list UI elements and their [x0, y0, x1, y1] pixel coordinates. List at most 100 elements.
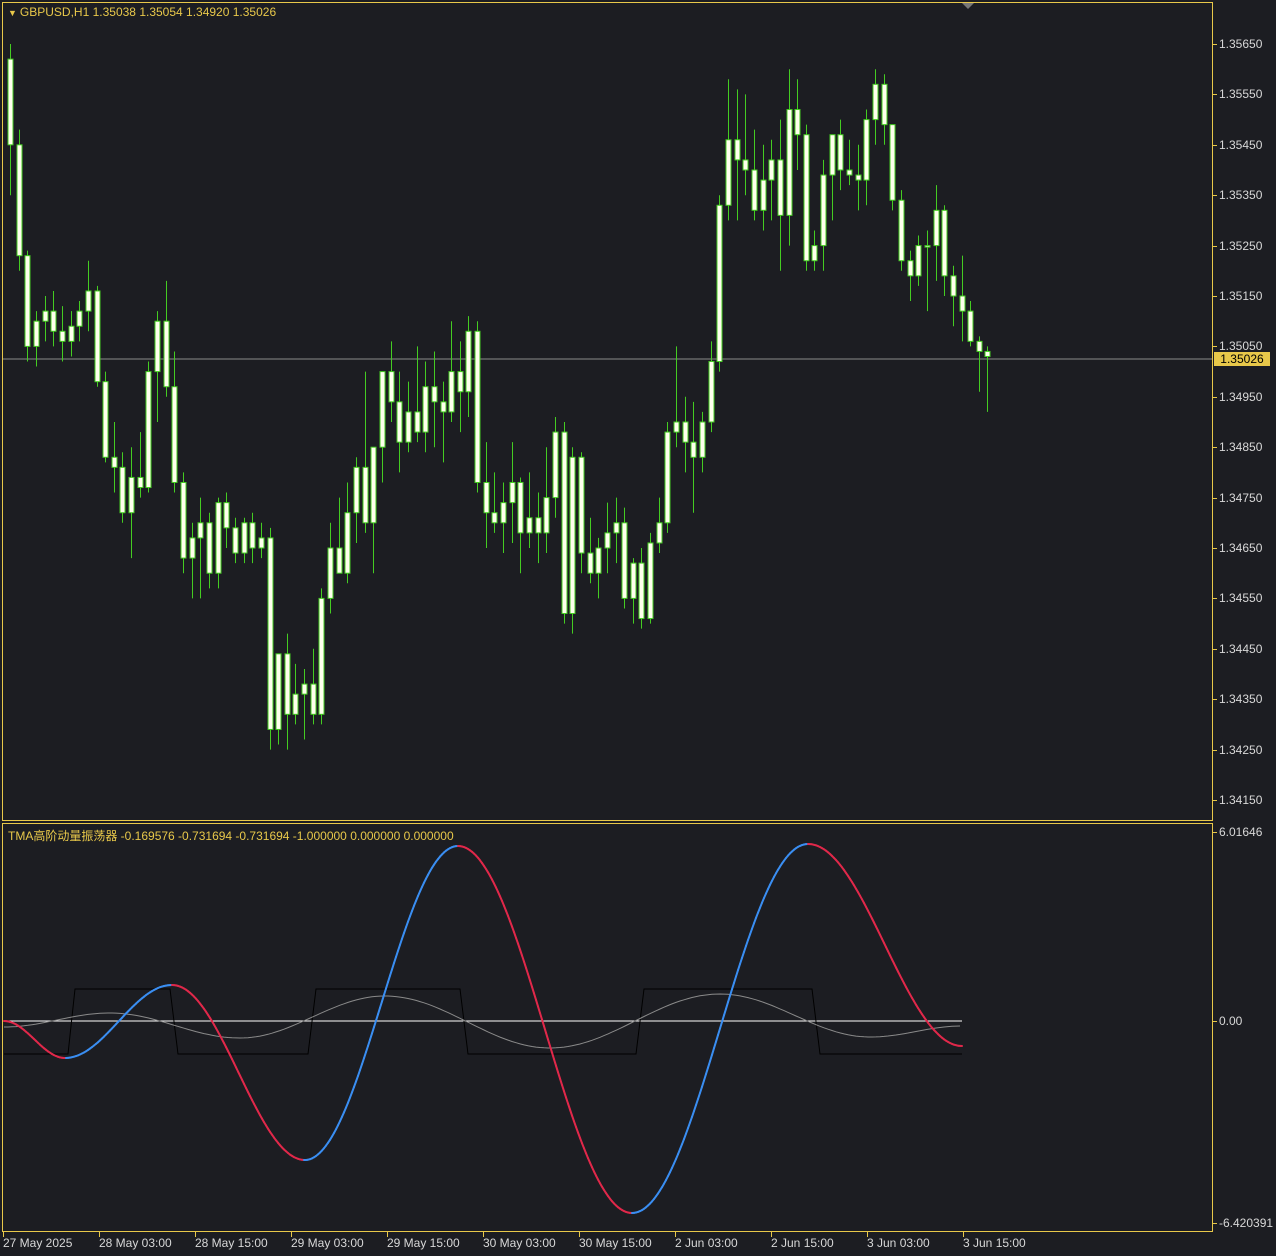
candle-body — [509, 481, 516, 504]
candle-body — [258, 537, 265, 549]
candle-body — [422, 386, 429, 433]
candle-body — [777, 159, 784, 216]
candle-body — [249, 522, 256, 549]
price-scale[interactable]: 1.35650 1.35550 1.35450 1.35350 1.35250 1.351… — [1213, 0, 1276, 822]
momentum-line-segment — [715, 1034, 719, 1043]
candle-body — [292, 693, 299, 715]
oscillator-header: TMA高阶动量振荡器 -0.169576 -0.731694 -0.731694… — [8, 829, 454, 843]
scale-tick — [1213, 800, 1217, 801]
symbol-header-text: GBPUSD,H1 1.35038 1.35054 1.34920 1.3502… — [19, 5, 277, 19]
price-scale-label: 1.35150 — [1219, 289, 1263, 303]
momentum-line-segment — [719, 1020, 723, 1030]
candle-body — [197, 522, 204, 539]
momentum-line-segment — [703, 1073, 707, 1082]
candle-body — [829, 134, 836, 176]
dropdown-arrow-icon[interactable]: ▼ — [8, 8, 17, 18]
candle-body — [751, 169, 758, 211]
scale-tick — [1213, 497, 1217, 499]
time-axis-label: 30 May 15:00 — [579, 1236, 652, 1250]
time-axis-label: 28 May 03:00 — [99, 1236, 172, 1250]
momentum-line-segment — [711, 1047, 715, 1056]
current-price-label: 1.35026 — [1214, 352, 1270, 366]
candle-body — [907, 260, 914, 277]
candle-body — [128, 476, 135, 514]
scale-tick — [1213, 699, 1217, 701]
candle-body — [85, 290, 92, 312]
momentum-line-segment — [373, 1019, 377, 1029]
candle-body — [682, 421, 689, 443]
momentum-line-segment — [387, 974, 391, 984]
candle-body — [699, 421, 706, 458]
candle-body — [837, 134, 844, 171]
momentum-line-segment — [377, 1006, 381, 1016]
symbol-header: ▼ GBPUSD,H1 1.35038 1.35054 1.34920 1.350… — [8, 5, 276, 19]
candle-body — [440, 401, 447, 413]
candle-body — [786, 109, 793, 216]
candle-body — [370, 446, 377, 524]
time-axis-label: 29 May 15:00 — [387, 1236, 460, 1250]
candle-body — [327, 547, 334, 599]
scale-tick — [1213, 598, 1217, 600]
candle-body — [872, 83, 879, 121]
candle-body — [465, 330, 472, 393]
scale-tick — [1213, 832, 1217, 833]
candle-body — [414, 411, 421, 433]
scale-tick — [1213, 245, 1217, 247]
momentum-line-segment — [375, 1013, 379, 1022]
momentum-line-segment — [385, 981, 389, 990]
momentum-line-segment — [543, 1025, 547, 1034]
osc-scale-zero: 0.00 — [1219, 1014, 1243, 1028]
chart-shift-marker-icon — [962, 3, 974, 9]
candle-body — [967, 310, 974, 342]
momentum-line-segment — [723, 1007, 727, 1017]
candle-body — [863, 119, 870, 181]
candle-body — [301, 683, 308, 695]
candle-body — [855, 174, 862, 181]
time-axis-label: 29 May 03:00 — [291, 1236, 364, 1250]
price-scale-label: 1.34550 — [1219, 591, 1263, 606]
candle-body — [241, 522, 248, 554]
scale-tick — [1213, 44, 1217, 45]
candle-body — [102, 381, 109, 458]
candle-body — [976, 340, 983, 352]
candle-body — [595, 547, 602, 574]
momentum-line-segment — [713, 1040, 717, 1050]
candle-body — [189, 537, 196, 559]
price-scale-label: 1.34350 — [1219, 692, 1263, 707]
momentum-line-segment — [725, 1001, 729, 1010]
candle-body — [630, 562, 637, 599]
candle-body — [647, 542, 654, 620]
candle-body — [16, 144, 23, 257]
candle-body — [491, 512, 498, 524]
momentum-line-segment — [727, 994, 731, 1004]
candle-body — [760, 179, 767, 211]
candle-body — [673, 421, 680, 433]
price-scale-label: 1.35650 — [1219, 37, 1263, 51]
scale-tick — [1213, 94, 1217, 96]
candle-body — [474, 330, 481, 483]
candle-body — [941, 209, 948, 277]
candle-body — [898, 199, 905, 262]
oscillator-scale[interactable]: 6.01646 0.00 -6.420391 — [1213, 823, 1276, 1233]
momentum-line-segment — [531, 985, 535, 995]
candle-body — [984, 350, 991, 357]
candle-body — [267, 537, 274, 730]
candle-body — [7, 58, 14, 146]
scale-tick — [1213, 296, 1217, 297]
candle-body — [803, 134, 810, 262]
momentum-line-segment — [733, 975, 737, 984]
candle-body — [275, 653, 282, 730]
candle-body — [725, 139, 732, 206]
time-axis-label: 2 Jun 15:00 — [771, 1236, 834, 1250]
candle-body — [180, 481, 187, 559]
momentum-line-segment — [379, 1000, 383, 1009]
candle-body — [318, 597, 325, 715]
chart-canvas — [3, 3, 1212, 1214]
price-scale-label: 1.34850 — [1219, 440, 1263, 455]
candle-body — [396, 401, 403, 443]
scale-tick — [1213, 1223, 1217, 1224]
candle-body — [171, 386, 178, 483]
momentum-line-segment — [557, 1071, 561, 1080]
candle-body — [215, 502, 222, 574]
momentum-line-segment — [545, 1031, 549, 1041]
